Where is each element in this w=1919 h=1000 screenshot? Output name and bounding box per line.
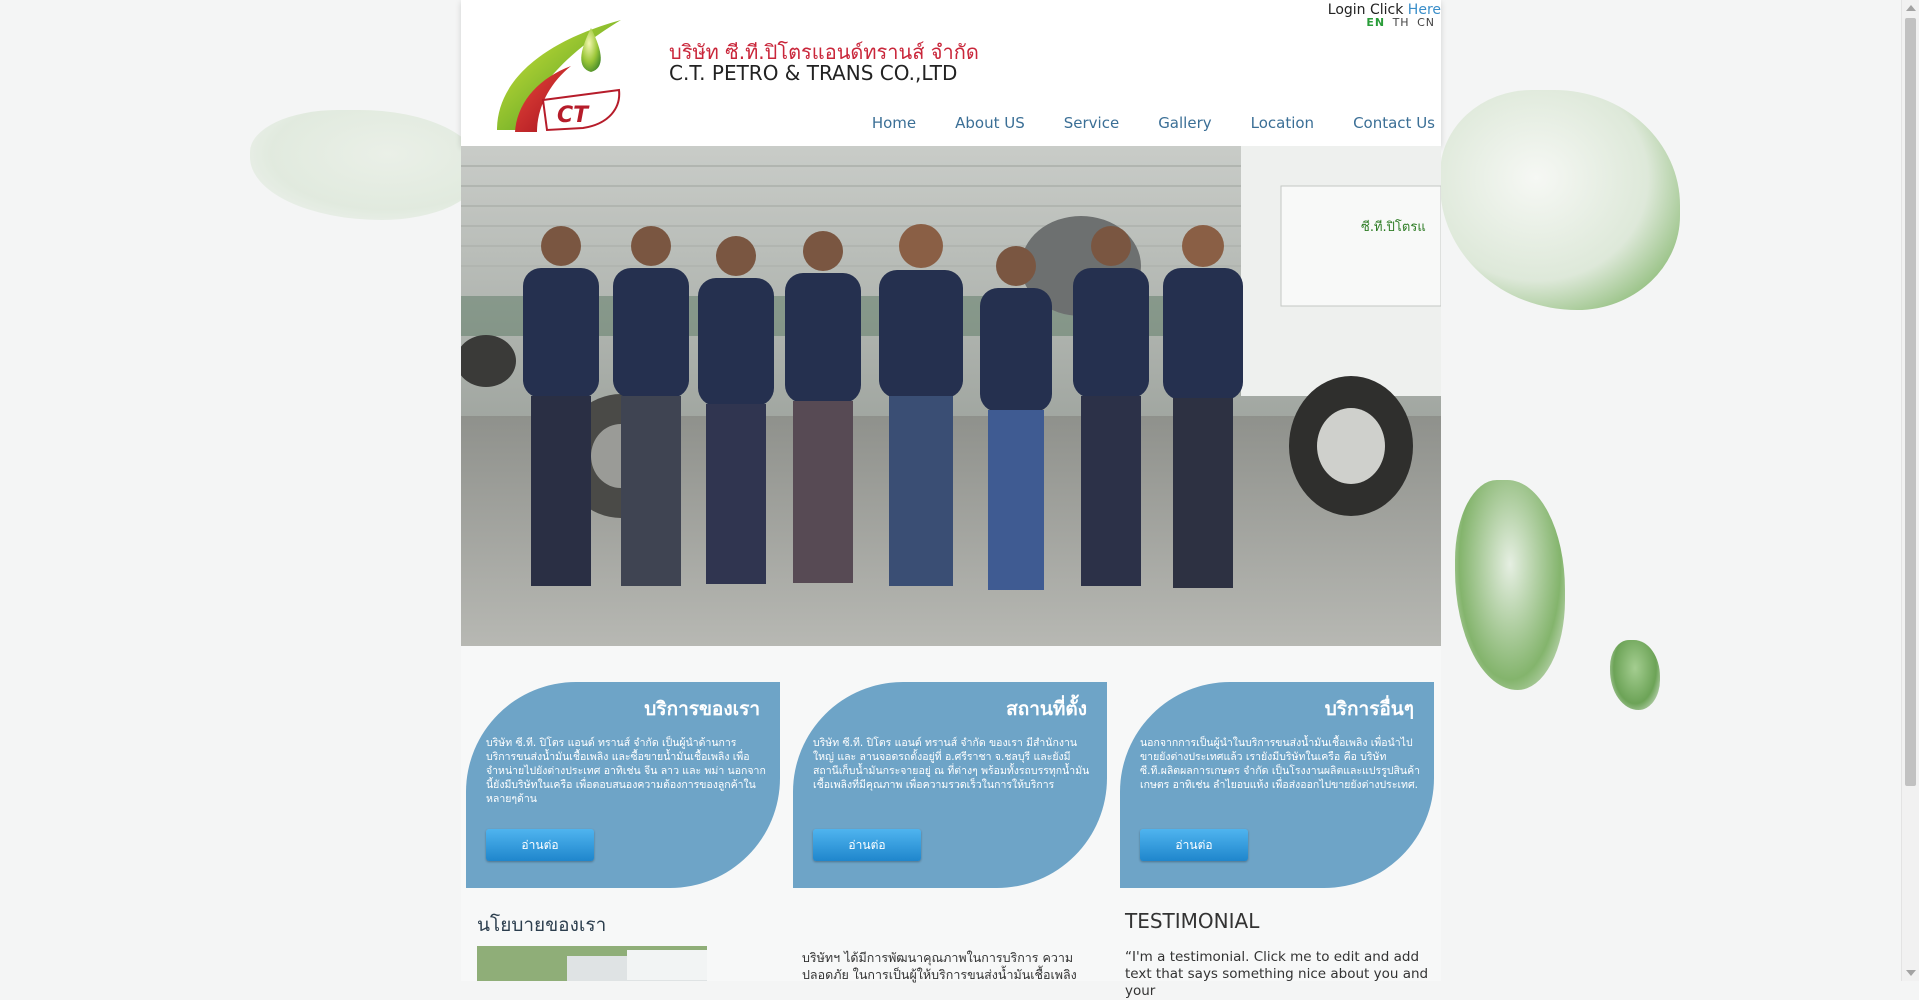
language-switcher: EN TH CN xyxy=(1363,16,1435,29)
lang-cn[interactable]: CN xyxy=(1417,16,1435,29)
scroll-up-arrow-icon[interactable] xyxy=(1906,5,1916,11)
card-title: สถานที่ตั้ง xyxy=(1006,698,1087,720)
page-scrollbar[interactable] xyxy=(1901,0,1919,981)
page-container: Login Click Here EN TH CN CT บริษัท ซี.ท… xyxy=(461,0,1441,999)
nav-location[interactable]: Location xyxy=(1251,114,1314,132)
card-text: บริษัท ซี.ที. ปิโตร แอนด์ ทรานส์ จำกัด ข… xyxy=(813,737,1090,791)
policy-text: บริษัทฯ ได้มีการพัฒนาคุณภาพในการบริการ ค… xyxy=(802,950,1077,982)
nav-home[interactable]: Home xyxy=(872,114,916,132)
scroll-down-arrow-icon[interactable] xyxy=(1906,970,1916,976)
nav-service[interactable]: Service xyxy=(1064,114,1119,132)
card-other-services: บริการอื่นๆ นอกจากการเป็นผู้นำในบริการขน… xyxy=(1120,682,1434,888)
card-text: นอกจากการเป็นผู้นำในบริการขนส่งน้ำมันเชื… xyxy=(1140,737,1421,791)
testimonial-title: TESTIMONIAL xyxy=(1125,909,1260,933)
hero-image: ซี.ที.ปิโตรแ xyxy=(461,146,1441,646)
card-our-services: บริการของเรา บริษัท ซี.ที. ปิโตร แอนด์ ท… xyxy=(466,682,780,888)
logo-text: CT xyxy=(557,103,590,128)
card-title: บริการอื่นๆ xyxy=(1324,698,1414,720)
site-header: Login Click Here EN TH CN CT บริษัท ซี.ท… xyxy=(461,0,1441,146)
policy-title: นโยบายของเรา xyxy=(477,914,607,936)
card-location: สถานที่ตั้ง บริษัท ซี.ที. ปิโตร แอนด์ ทร… xyxy=(793,682,1107,888)
nav-contact-us[interactable]: Contact Us xyxy=(1353,114,1435,132)
background-map-left xyxy=(250,110,480,220)
scroll-thumb[interactable] xyxy=(1905,18,1916,786)
main-nav: Home About US Service Gallery Location C… xyxy=(872,114,1435,132)
read-more-button[interactable]: อ่านต่อ xyxy=(486,829,594,861)
company-logo[interactable]: CT xyxy=(491,12,631,140)
nav-gallery[interactable]: Gallery xyxy=(1158,114,1211,132)
truck-text: ซี.ที.ปิโตรแ xyxy=(1361,219,1426,235)
read-more-button[interactable]: อ่านต่อ xyxy=(813,829,921,861)
read-more-button[interactable]: อ่านต่อ xyxy=(1140,829,1248,861)
lang-en[interactable]: EN xyxy=(1366,16,1385,29)
background-map-right-lower xyxy=(1610,640,1660,710)
policy-image xyxy=(477,946,707,981)
company-name-english: C.T. PETRO & TRANS CO.,LTD xyxy=(669,61,958,85)
card-text: บริษัท ซี.ที. ปิโตร แอนด์ ทรานส์ จำกัด เ… xyxy=(486,737,766,805)
lang-th[interactable]: TH xyxy=(1393,16,1410,29)
card-title: บริการของเรา xyxy=(644,698,760,720)
feature-cards: บริการของเรา บริษัท ซี.ที. ปิโตร แอนด์ ท… xyxy=(466,682,1436,888)
background-map-right-middle xyxy=(1455,480,1565,690)
background-map-right xyxy=(1440,90,1680,310)
testimonial-text[interactable]: “I'm a testimonial. Click me to edit and… xyxy=(1125,949,1430,1000)
hero-team-photo: ซี.ที.ปิโตรแ xyxy=(461,146,1441,646)
nav-about-us[interactable]: About US xyxy=(955,114,1025,132)
